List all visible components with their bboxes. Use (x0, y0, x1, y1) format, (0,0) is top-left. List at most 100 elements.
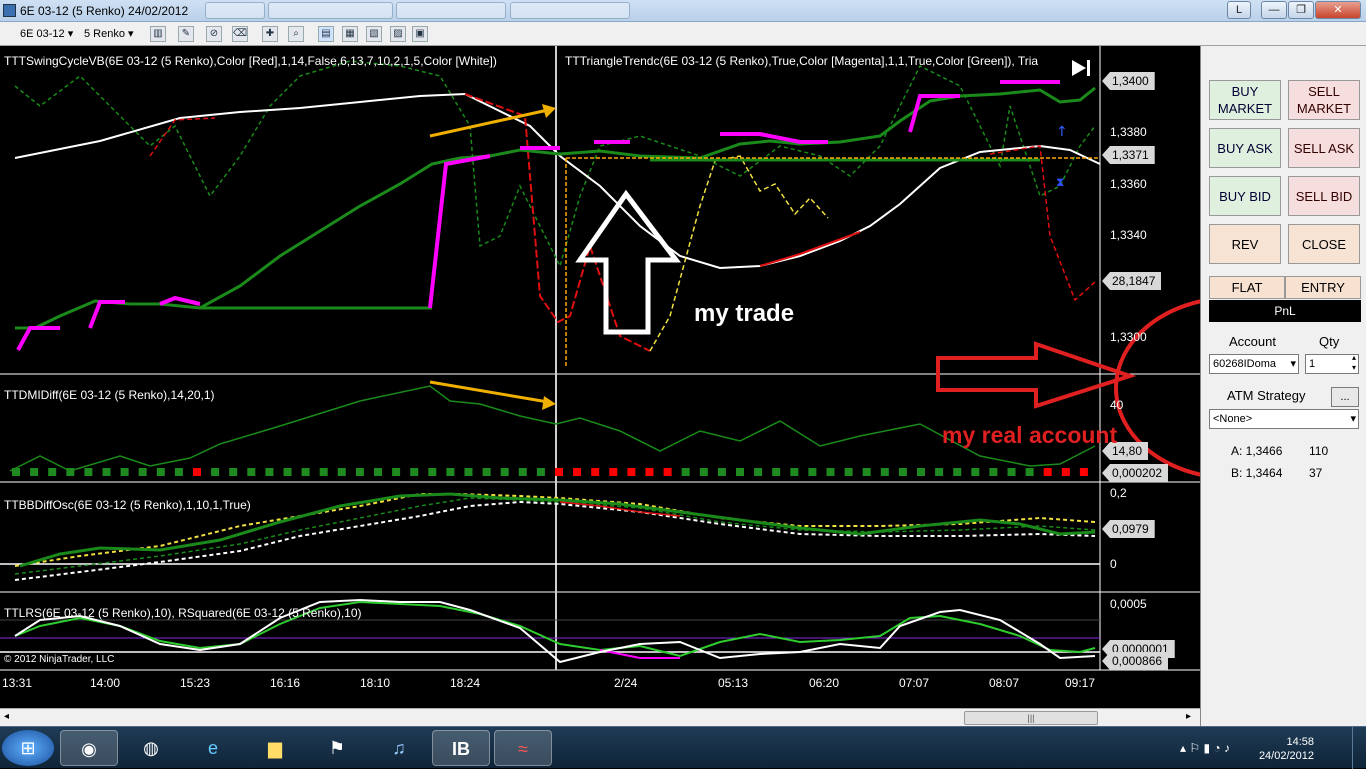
close-window-button[interactable]: ✕ (1315, 1, 1361, 19)
dmi-dot (536, 468, 545, 476)
interval-selector[interactable]: 5 Renko ▾ (84, 25, 134, 43)
reverse-button[interactable]: REV (1209, 224, 1281, 264)
yellow-arrow (429, 108, 549, 138)
ninjatrader-taskbar-icon[interactable]: ≈ (494, 730, 552, 766)
sell-ask-button[interactable]: SELL ASK (1288, 128, 1360, 168)
firefox-taskbar-icon[interactable]: ◍ (122, 730, 180, 766)
chart-trader-icon[interactable]: ▤ (318, 26, 334, 42)
dmi-dot (120, 468, 129, 476)
time-tick: 15:23 (180, 676, 211, 690)
dmi-dot (1061, 468, 1070, 476)
dmi-dot (790, 468, 799, 476)
dmi-dot (193, 468, 201, 476)
time-tick: 18:10 (360, 676, 391, 690)
chart-horizontal-scrollbar[interactable]: ◂ ||| ▸ (0, 708, 1200, 726)
internet-explorer-taskbar-icon[interactable]: e (184, 730, 242, 766)
chart-area[interactable]: ↑ ⧗ TTTSwingCycleVB(6E 03-12 (5 Renko),C… (0, 46, 1200, 708)
bar-style-icon[interactable]: ▥ (150, 26, 166, 42)
triangle-magenta-line (428, 154, 491, 309)
dmi-dot (174, 468, 183, 476)
ib-taskbar-icon[interactable]: IB (432, 730, 490, 766)
dmi-dot (464, 468, 473, 476)
dmi-dot (229, 468, 238, 476)
dmi-dot (12, 468, 20, 476)
draw-tool-icon[interactable]: ⊘ (206, 26, 222, 42)
bb-tick-top: 0,2 (1110, 486, 1127, 500)
dmi-dot (1079, 468, 1088, 476)
atm-strategy-select[interactable]: <None> ▾ (1209, 409, 1359, 429)
restore-button[interactable]: ❐ (1288, 1, 1314, 19)
title-bar: 6E 03-12 (5 Renko) 24/02/2012 L — ❐ ✕ (0, 0, 1366, 22)
time-tick: 18:24 (450, 676, 481, 690)
lrs-label: TTLRS(6E 03-12 (5 Renko),10), RSquared(6… (4, 606, 362, 620)
instrument-selector[interactable]: 6E 03-12 ▾ (20, 25, 73, 43)
show-desktop-button[interactable] (1352, 727, 1366, 769)
buy-market-button[interactable]: BUY MARKET (1209, 80, 1281, 120)
dmi-dot (917, 468, 925, 476)
scrollbar-thumb[interactable]: ||| (964, 711, 1098, 725)
chevron-down-icon: ▾ (67, 28, 74, 40)
scroll-left-icon[interactable]: ◂ (4, 711, 9, 722)
itunes-taskbar-icon[interactable]: ♫ (370, 730, 428, 766)
dmi-dot (211, 468, 220, 476)
indicators-icon[interactable]: ▦ (342, 26, 358, 42)
crosshair-icon[interactable]: ✚ (262, 26, 278, 42)
sell-bid-button[interactable]: SELL BID (1288, 176, 1360, 216)
dmi-dot (48, 468, 57, 476)
buy-ask-button[interactable]: BUY ASK (1209, 128, 1281, 168)
explorer-folder-taskbar-icon[interactable]: ▆ (246, 730, 304, 766)
dmi-box-b: 0,000202 (1102, 464, 1169, 482)
dmi-dot (880, 468, 889, 476)
sell-market-button[interactable]: SELL MARKET (1288, 80, 1360, 120)
stepper-arrows-icon[interactable]: ▴ ▾ (1352, 355, 1356, 373)
yellow-arrow-head (542, 396, 556, 410)
atm-value: <None> (1213, 413, 1253, 425)
atm-settings-button[interactable]: ... (1331, 387, 1359, 407)
atm-strategy-label: ATM Strategy (1227, 388, 1306, 403)
dmi-dot (84, 468, 93, 476)
zoom-icon[interactable]: ⌕ (288, 26, 304, 42)
help-button[interactable]: L (1227, 1, 1251, 19)
tray-icons[interactable]: ▴ ⚐ ▮ ◔ ♪ (1180, 741, 1230, 755)
swing-cycle-red-segment (464, 93, 651, 352)
dmi-dot (265, 468, 274, 476)
app-taskbar-icon[interactable]: ⚑ (308, 730, 366, 766)
interval-value: 5 Renko (84, 28, 125, 40)
data-box-icon[interactable]: ▣ (412, 26, 428, 42)
close-position-button[interactable]: CLOSE (1288, 224, 1360, 264)
price-tick: 1,3340 (1110, 228, 1147, 242)
position-flat: FLAT (1209, 276, 1285, 299)
dmi-dot (717, 468, 726, 476)
bb-diff-label: TTBBDiffOsc(6E 03-12 (5 Renko),1,10,1,Tr… (4, 498, 251, 512)
dmi-dot (428, 468, 437, 476)
start-button[interactable]: ⊞ (2, 730, 54, 766)
price-box-top: 1,3400 (1102, 72, 1155, 90)
buy-bid-button[interactable]: BUY BID (1209, 176, 1281, 216)
dmi-dot (935, 468, 944, 476)
background-tab[interactable] (510, 2, 630, 19)
price-tick: 1,3360 (1110, 177, 1147, 191)
chrome-taskbar-icon[interactable]: ◉ (60, 730, 118, 766)
dmi-dot (591, 468, 600, 476)
account-select[interactable]: 60268IDoma ▾ (1209, 354, 1299, 374)
background-tab[interactable] (205, 2, 265, 19)
background-tab[interactable] (396, 2, 506, 19)
minimize-button[interactable]: — (1261, 1, 1287, 19)
my-real-account-annotation: my real account (942, 422, 1118, 448)
dmi-dot (555, 468, 563, 476)
scroll-right-icon[interactable]: ▸ (1186, 711, 1191, 722)
triangle-magenta-line (16, 326, 60, 351)
properties-icon[interactable]: ▨ (390, 26, 406, 42)
price-tick: 1,3300 (1110, 330, 1147, 344)
quantity-stepper[interactable]: 1 ▴ ▾ (1305, 354, 1359, 374)
eraser-icon[interactable]: ⌫ (232, 26, 248, 42)
strategies-icon[interactable]: ▧ (366, 26, 382, 42)
dmi-dot (681, 468, 690, 476)
dmi-dot (898, 468, 907, 476)
dmi-dot (518, 468, 527, 476)
draw-pencil-icon[interactable]: ✎ (178, 26, 194, 42)
time-tick: 06:20 (809, 676, 840, 690)
dmi-dot (736, 468, 744, 476)
background-tab[interactable] (268, 2, 393, 19)
triangle-magenta-line (159, 295, 201, 306)
